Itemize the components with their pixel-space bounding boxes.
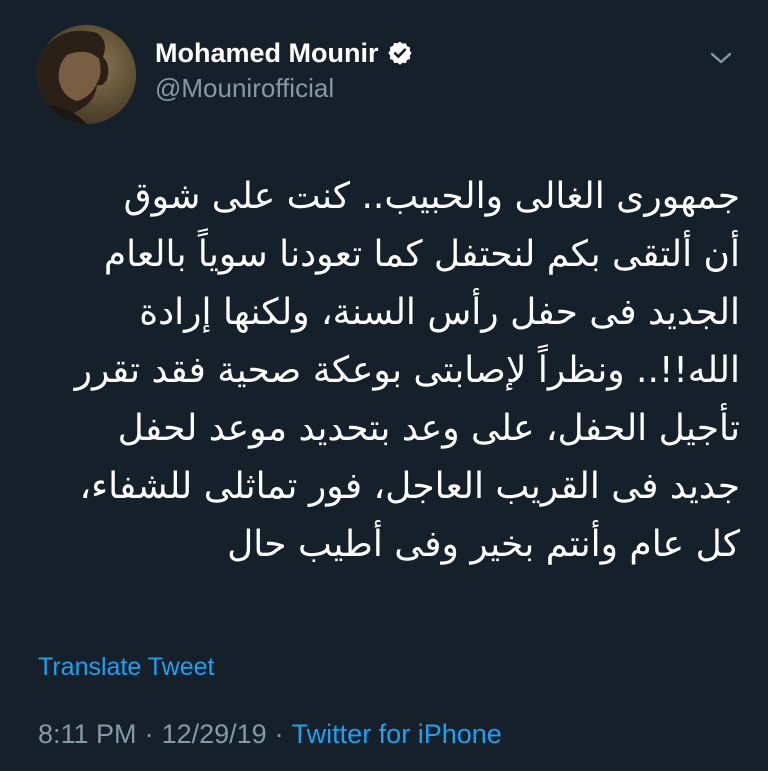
tweet-text: جمهورى الغالى والحبيب.. كنت على شوق أن أ… bbox=[74, 176, 740, 565]
verified-badge-icon bbox=[387, 40, 413, 66]
meta-separator: · bbox=[274, 719, 284, 749]
tweet-date[interactable]: 12/29/19 bbox=[162, 719, 267, 750]
tweet-card: Mohamed Mounir @Mounirofficial جمهورى ال… bbox=[0, 0, 768, 771]
tweet-meta: 8:11 PM · 12/29/19 · Twitter for iPhone bbox=[38, 719, 502, 750]
avatar-image bbox=[37, 25, 136, 124]
meta-separator: · bbox=[144, 719, 154, 749]
user-handle[interactable]: @Mounirofficial bbox=[155, 73, 334, 104]
avatar[interactable] bbox=[37, 25, 136, 124]
tweet-time[interactable]: 8:11 PM bbox=[38, 719, 137, 750]
tweet-source-link[interactable]: Twitter for iPhone bbox=[292, 719, 502, 750]
display-name[interactable]: Mohamed Mounir bbox=[155, 38, 379, 69]
chevron-down-icon[interactable] bbox=[708, 48, 734, 68]
translate-tweet-link[interactable]: Translate Tweet bbox=[38, 653, 214, 682]
name-row: Mohamed Mounir bbox=[155, 36, 413, 70]
